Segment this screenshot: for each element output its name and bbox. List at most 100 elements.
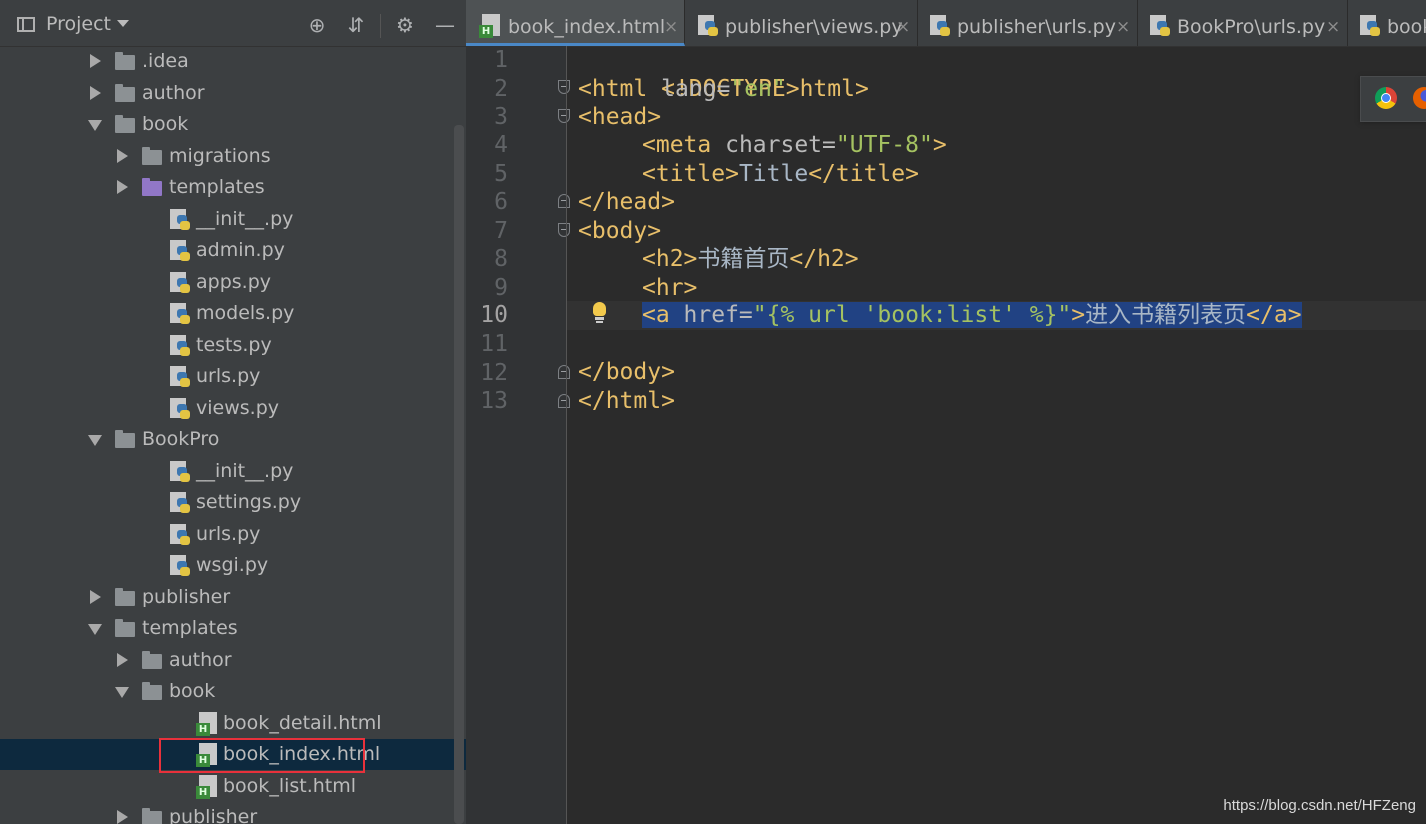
tree-item[interactable]: __init__.py: [0, 456, 456, 487]
tree-item[interactable]: models.py: [0, 298, 456, 329]
tree-item[interactable]: Hbook_detail.html: [0, 708, 456, 739]
tree-item[interactable]: templates: [0, 172, 456, 203]
tree-item[interactable]: apps.py: [0, 267, 456, 298]
tree-item[interactable]: publisher: [0, 802, 456, 824]
tree-item[interactable]: urls.py: [0, 361, 456, 392]
chevron-down-icon[interactable]: [88, 120, 102, 131]
tree-item[interactable]: wsgi.py: [0, 550, 456, 581]
tag-token: </html>: [578, 388, 675, 414]
chevron-right-icon[interactable]: [90, 85, 101, 100]
tree-item-label: book_detail.html: [223, 711, 382, 734]
chevron-down-icon[interactable]: [117, 20, 129, 27]
tab-label: BookPro\urls.py: [1177, 16, 1326, 38]
tag-token: </head>: [578, 189, 675, 215]
tree-item[interactable]: BookPro: [0, 424, 456, 455]
code-line-4[interactable]: <meta charset="UTF-8">: [642, 131, 947, 160]
tree-item[interactable]: publisher: [0, 582, 456, 613]
tree-item[interactable]: views.py: [0, 393, 456, 424]
code-line-12[interactable]: </body>: [578, 358, 675, 387]
python-file-icon: [170, 366, 190, 388]
minimize-icon[interactable]: —: [434, 14, 456, 36]
tree-item[interactable]: urls.py: [0, 519, 456, 550]
gear-icon[interactable]: ⚙: [394, 14, 416, 36]
fold-icon[interactable]: [558, 394, 572, 410]
project-tool-window: Project ⊕ ⇵ ⚙ — .idea author book migration…: [0, 0, 466, 824]
chevron-down-icon[interactable]: [115, 687, 129, 698]
collapse-all-icon[interactable]: ⇵: [345, 14, 367, 36]
fold-icon[interactable]: [558, 80, 572, 96]
code-line-8[interactable]: <h2>书籍首页</h2>: [642, 245, 859, 274]
tree-item[interactable]: .idea: [0, 46, 456, 77]
tree-item[interactable]: book: [0, 676, 456, 707]
tree-item[interactable]: author: [0, 78, 456, 109]
project-title[interactable]: Project: [46, 13, 111, 35]
tag-token: >: [1071, 302, 1086, 328]
tag-token: </title>: [808, 161, 919, 187]
line-number: 4: [494, 132, 508, 158]
editor-tab[interactable]: BookPro\urls.py ×: [1137, 0, 1348, 46]
fold-icon[interactable]: [558, 109, 572, 125]
fold-icon[interactable]: [558, 365, 572, 381]
tag-token: >: [932, 132, 947, 158]
python-file-icon: [170, 208, 190, 231]
html-file-icon: H: [196, 774, 218, 799]
close-icon[interactable]: ×: [1116, 0, 1130, 46]
lightbulb-icon[interactable]: [590, 302, 608, 326]
tree-item-label: urls.py: [196, 522, 261, 545]
code-line-7[interactable]: <body>: [578, 217, 661, 246]
chevron-right-icon[interactable]: [117, 652, 128, 667]
line-number: 9: [494, 275, 508, 301]
code-line-9[interactable]: <hr>: [642, 274, 697, 303]
chrome-icon[interactable]: [1375, 87, 1397, 109]
chevron-down-icon[interactable]: [88, 435, 102, 446]
close-icon[interactable]: ×: [664, 0, 678, 46]
folder-icon: [115, 619, 135, 637]
tree-item[interactable]: author: [0, 645, 456, 676]
html-file-icon: H: [479, 14, 501, 38]
tree-item[interactable]: __init__.py: [0, 204, 456, 235]
tree-item-label: tests.py: [196, 333, 272, 356]
python-file-icon: [170, 492, 190, 514]
close-icon[interactable]: ×: [896, 0, 910, 46]
tree-item[interactable]: book: [0, 109, 456, 140]
folder-icon: [142, 146, 162, 165]
tree-item-label: __init__.py: [196, 459, 294, 482]
tree-item[interactable]: migrations: [0, 141, 456, 172]
code-line-6[interactable]: </head>: [578, 188, 675, 217]
code-line-13[interactable]: </html>: [578, 387, 675, 416]
editor-tab[interactable]: publisher\urls.py ×: [917, 0, 1138, 46]
tree-item[interactable]: Hbook_list.html: [0, 771, 456, 802]
chevron-down-icon[interactable]: [88, 624, 102, 635]
chevron-right-icon[interactable]: [90, 54, 101, 68]
chevron-right-icon[interactable]: [117, 148, 128, 163]
python-file-icon: [698, 15, 718, 37]
firefox-icon[interactable]: [1413, 87, 1426, 109]
python-file-icon: [170, 460, 190, 483]
tree-item[interactable]: tests.py: [0, 330, 456, 361]
tree-item[interactable]: templates: [0, 613, 456, 644]
code-line-3[interactable]: <head>: [578, 103, 661, 132]
folder-icon: [115, 115, 135, 133]
fold-icon[interactable]: [558, 194, 572, 210]
attr-token: charset=: [725, 132, 836, 158]
line-number: 12: [480, 360, 508, 386]
text-token: 书籍首页: [697, 246, 790, 272]
chevron-right-icon[interactable]: [117, 810, 128, 824]
chevron-right-icon[interactable]: [90, 589, 101, 604]
tag-token: <hr>: [642, 275, 698, 301]
editor-tab[interactable]: book: [1347, 0, 1426, 46]
code-line-1[interactable]: <!DOCTYPE html>: [578, 46, 869, 102]
fold-icon[interactable]: [558, 223, 572, 239]
code-line-10[interactable]: <a href="{% url 'book:list' %}">进入书籍列表页<…: [642, 301, 1302, 330]
code-line-2[interactable]: <html lang="en">: [578, 75, 800, 104]
project-scrollbar[interactable]: [454, 125, 464, 824]
editor-tab[interactable]: publisher\views.py ×: [685, 0, 918, 46]
code-line-5[interactable]: <title>Title</title>: [642, 160, 919, 189]
locate-icon[interactable]: ⊕: [306, 14, 328, 36]
tree-item[interactable]: settings.py: [0, 487, 456, 518]
chevron-right-icon[interactable]: [117, 180, 128, 194]
close-icon[interactable]: ×: [1326, 0, 1340, 46]
editor-tab[interactable]: Hbook_index.html ×: [466, 0, 685, 46]
tree-item[interactable]: admin.py: [0, 235, 456, 266]
line-number-gutter: 1 2 3 4 5 6 7 8 9 10 11 12 13: [466, 46, 570, 824]
